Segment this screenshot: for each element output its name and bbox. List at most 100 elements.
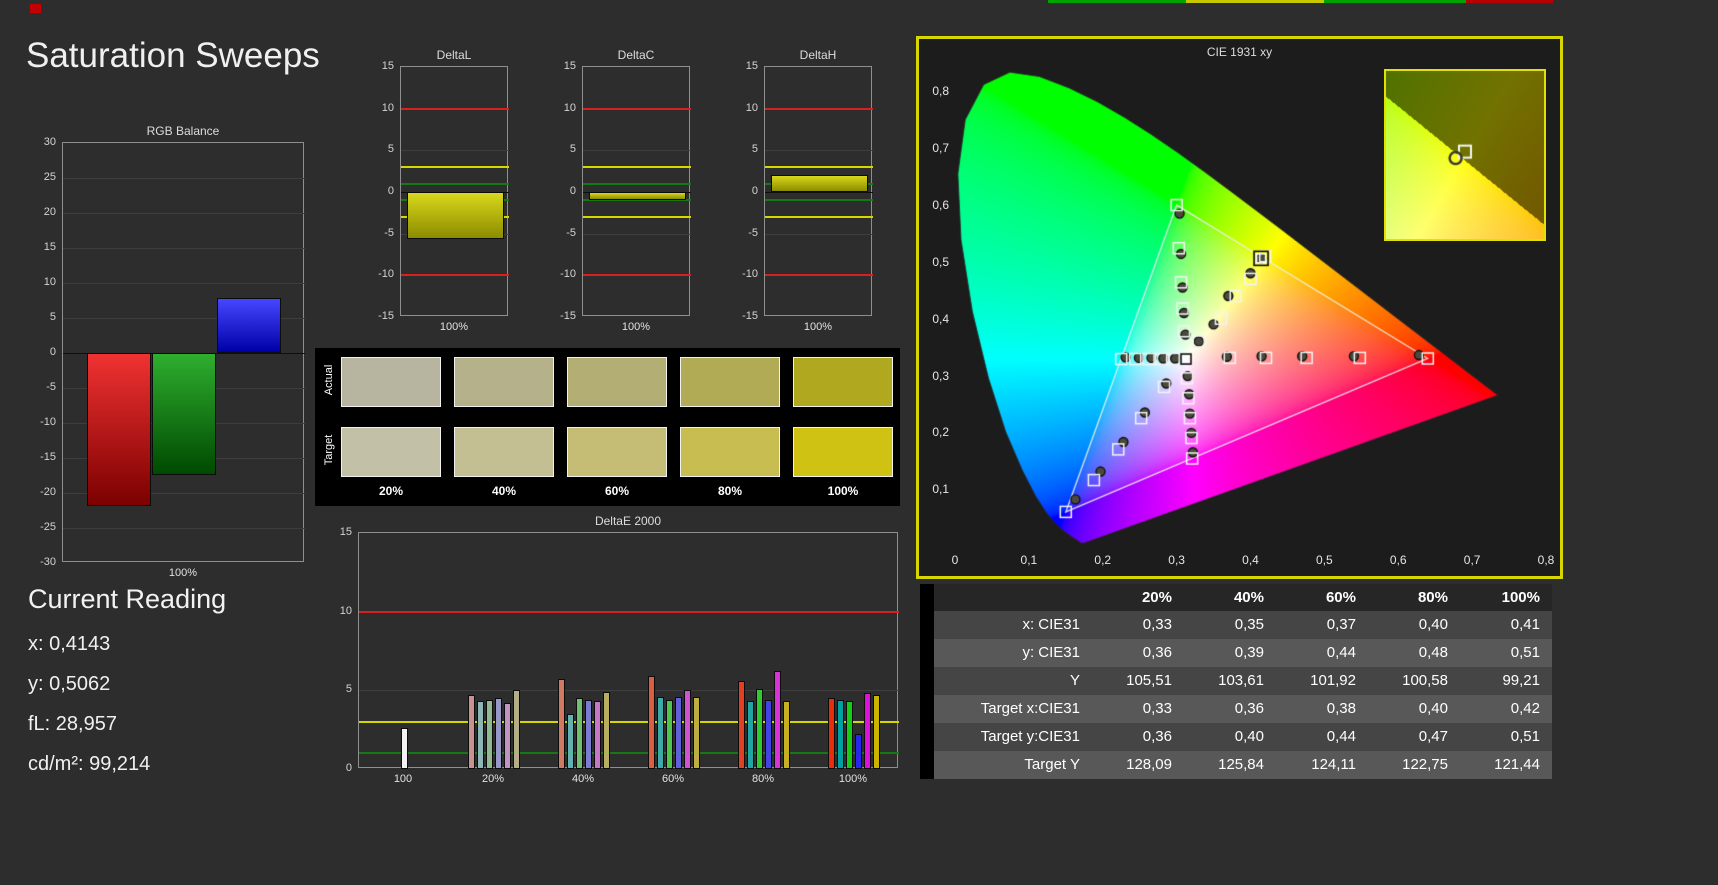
swatch-target-80% [680,427,780,477]
delta-c-limit-yellow-line [583,216,691,218]
rgb-balance-ytick: -30 [40,556,56,568]
delta-l-ytick: -15 [378,310,394,322]
delta-e-group-label: 100% [838,773,868,785]
table-cell: 100,58 [1368,667,1460,695]
table-cell: 0,33 [1092,695,1184,723]
delta-l-ytick: 0 [387,185,394,197]
top-strip-segment [1466,0,1553,3]
delta-h-title: DeltaH [799,48,837,62]
cie-xtick: 0,3 [1168,553,1185,567]
rgb-balance-plot [62,142,305,562]
delta-c-chart: DeltaC 15 10 5 0 -5 -10 -15 100% [548,44,698,344]
delta-l-title: DeltaL [436,48,472,62]
delta-l-ytick: 5 [387,143,394,156]
table-header-100%: 100% [1460,584,1552,611]
table-cell: 0,42 [1460,695,1552,723]
cie-ytick: 0,3 [932,368,949,383]
table-row-label: y: CIE31 [934,639,1092,667]
cie-xtick: 0,6 [1389,553,1407,567]
table-cell: 0,51 [1460,723,1552,751]
delta-h-gridline [765,192,873,193]
delta-c-ytick: 0 [569,185,576,197]
delta-h-ytick: 5 [751,143,758,156]
delta-c-ytick: -5 [566,226,576,239]
delta-e-group-label: 40% [571,773,595,785]
delta-e-bar [648,676,655,769]
delta-e-bar [576,698,583,769]
table-header-60%: 60% [1276,584,1368,611]
rgb-balance-ytick: 0 [49,346,56,358]
top-left-red-marker [30,4,41,13]
table-cell: 0,40 [1368,695,1460,723]
table-cell: 0,47 [1368,723,1460,751]
delta-e-bar [495,698,502,769]
delta-e-ytick: 5 [345,683,352,696]
table-cell: 0,44 [1276,723,1368,751]
delta-l-ytick: 10 [381,101,394,114]
table-cell: 0,33 [1092,611,1184,639]
swatch-actual-20% [341,357,441,407]
delta-e-plot [358,532,899,769]
swatch-target-40% [454,427,554,477]
delta-e-bar [765,699,772,769]
delta-e-bar [594,701,601,769]
delta-l-limit-green-line [401,182,509,185]
delta-c-ytick: -15 [560,310,576,322]
delta-e-bar [828,698,835,769]
table-color-column [920,584,934,779]
swatch-actual-40% [454,357,554,407]
table-cell: 0,36 [1092,723,1184,751]
table-cell: 105,51 [1092,667,1184,695]
delta-e-ytick: 10 [339,604,352,617]
delta-h-ytick: -10 [742,268,758,281]
delta-e-bar [558,679,565,769]
rgb-balance-ytick: 10 [43,276,56,288]
delta-c-title: DeltaC [617,48,655,62]
delta-e-bar [864,693,871,769]
delta-e-title: DeltaE 2000 [594,514,662,528]
delta-l-gridline [401,150,509,152]
rgb-balance-ytick: 15 [43,241,56,253]
cie-ytick: 0,5 [932,254,949,269]
delta-h-chart: DeltaH 15 10 5 0 -5 -10 -15 100% [730,44,880,344]
delta-c-bar [588,192,686,200]
delta-h-limit-yellow-line [765,166,873,168]
cie-xtick: 0,7 [1463,553,1481,567]
delta-h-ytick: 0 [751,185,758,197]
rgb-balance-xlabel: 100% [168,567,198,579]
cie-ytick: 0,8 [932,84,949,99]
current-reading-heading: Current Reading [28,584,227,614]
table-cell: 0,41 [1460,611,1552,639]
delta-h-plot [764,66,873,316]
rgb-balance-gridline [63,213,305,214]
rgb-bar-green [152,353,216,475]
delta-l-limit-red-line [401,107,509,110]
delta-e-gridline [359,690,899,692]
delta-c-ytick: 15 [563,60,576,72]
table-cell: 103,61 [1184,667,1276,695]
rgb-balance-ytick: -25 [40,521,56,533]
delta-h-gridline [765,233,873,235]
rgb-balance-ytick: -5 [46,381,56,393]
table-header-blank [934,584,1092,611]
swatch-target-100% [793,427,893,477]
delta-e-bar [783,701,790,769]
swatch-row-label: Actual [323,364,335,396]
delta-e-group-label: 80% [751,773,775,785]
delta-h-limit-red-line [765,274,873,277]
delta-l-xlabel: 100% [439,321,469,333]
delta-h-ytick: 15 [745,60,758,72]
table-cell: 0,51 [1460,639,1552,667]
rgb-balance-ytick: 30 [43,136,56,148]
delta-h-bar [770,174,868,192]
swatch-target-20% [341,427,441,477]
cie-xtick: 0,8 [1537,553,1555,567]
table-row-label: Y [934,667,1092,695]
cie-xtick: 0,1 [1020,553,1038,567]
swatch-target-60% [567,427,667,477]
rgb-balance-gridline [63,528,305,529]
delta-c-ytick: 10 [563,101,576,114]
delta-e-bar [684,690,691,769]
rgb-balance-ytick: 20 [43,206,56,218]
rgb-balance-title: RGB Balance [146,124,220,138]
